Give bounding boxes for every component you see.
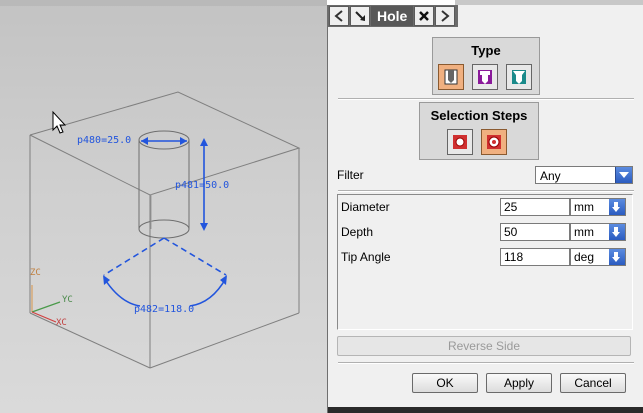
dialog-titlebar[interactable]: Hole [328,5,458,27]
filter-select[interactable]: Any [535,166,633,184]
diameter-input[interactable]: 25 [500,198,570,216]
placement-face-button[interactable] [447,129,473,155]
tip-angle-unit: deg [574,250,595,264]
down-arrow-icon[interactable] [609,249,625,265]
mouse-cursor-icon [52,110,67,134]
diameter-row: Diameter 25 mm [338,197,632,217]
hole-parameters-panel: Diameter 25 mm Depth 50 mm Tip Angle 118… [337,194,633,330]
tip-angle-row: Tip Angle 118 deg [338,247,632,267]
reverse-side-button[interactable]: Reverse Side [337,336,631,356]
block-edges [29,91,301,369]
dialog-title: Hole [371,6,414,26]
placement-edge-button[interactable] [481,129,507,155]
separator [338,362,634,364]
tip-angle-unit-select[interactable]: deg [570,248,626,266]
dimension-arrowheads [103,137,227,285]
type-group-title: Type [471,43,501,58]
tip-angle-input[interactable]: 118 [500,248,570,266]
filter-value: Any [540,169,561,183]
tip-angle-label: Tip Angle [341,250,391,264]
countersink-hole-icon [512,70,526,84]
selection-steps-group: Selection Steps [419,102,539,160]
filter-label: Filter [337,168,364,182]
down-arrow-icon[interactable] [609,224,625,240]
placement-edge-icon [487,135,501,149]
cancel-button[interactable]: Cancel [560,373,626,393]
diameter-unit-select[interactable]: mm [570,198,626,216]
pin-button[interactable] [350,6,370,26]
chevron-down-icon[interactable] [615,167,632,183]
diameter-unit: mm [574,200,594,214]
ok-button[interactable]: OK [412,373,478,393]
diameter-label: Diameter [341,200,390,214]
depth-unit: mm [574,225,594,239]
down-arrow-icon[interactable] [609,199,625,215]
simple-hole-icon [444,69,458,85]
depth-unit-select[interactable]: mm [570,223,626,241]
countersink-hole-button[interactable] [506,64,532,90]
wcs-triad [31,285,61,323]
depth-row: Depth 50 mm [338,222,632,242]
separator [338,190,634,192]
counterbore-hole-button[interactable] [472,64,498,90]
type-group: Type [432,37,540,95]
simple-hole-button[interactable] [438,64,464,90]
close-icon [419,11,430,21]
axis-xc-label: XC [56,318,67,328]
expand-right-button[interactable] [435,6,456,26]
close-button[interactable] [414,6,435,26]
graphics-viewport[interactable]: p480=25.0 p481=50.0 p482=118.0 ZC YC XC [0,0,327,413]
chevron-left-icon [334,10,343,22]
separator [338,98,634,100]
dimension-p480-label[interactable]: p480=25.0 [77,135,131,146]
depth-input[interactable]: 50 [500,223,570,241]
selection-steps-title: Selection Steps [430,108,528,123]
axis-yc-label: YC [62,295,73,305]
chevron-right-icon [441,10,450,22]
dimension-p481-label[interactable]: p481=50.0 [175,180,229,191]
dialog-bottom-edge [328,407,643,413]
depth-label: Depth [341,225,374,239]
apply-button[interactable]: Apply [486,373,552,393]
pin-icon [355,11,365,21]
collapse-left-button[interactable] [329,6,349,26]
counterbore-hole-icon [478,70,492,84]
axis-zc-label: ZC [30,268,41,278]
placement-face-icon [453,135,467,149]
model-view[interactable] [0,0,327,413]
dimension-p482-label[interactable]: p482=118.0 [134,304,194,315]
hole-dialog: Hole Type Selection Steps Filter Any Dia… [327,5,643,413]
